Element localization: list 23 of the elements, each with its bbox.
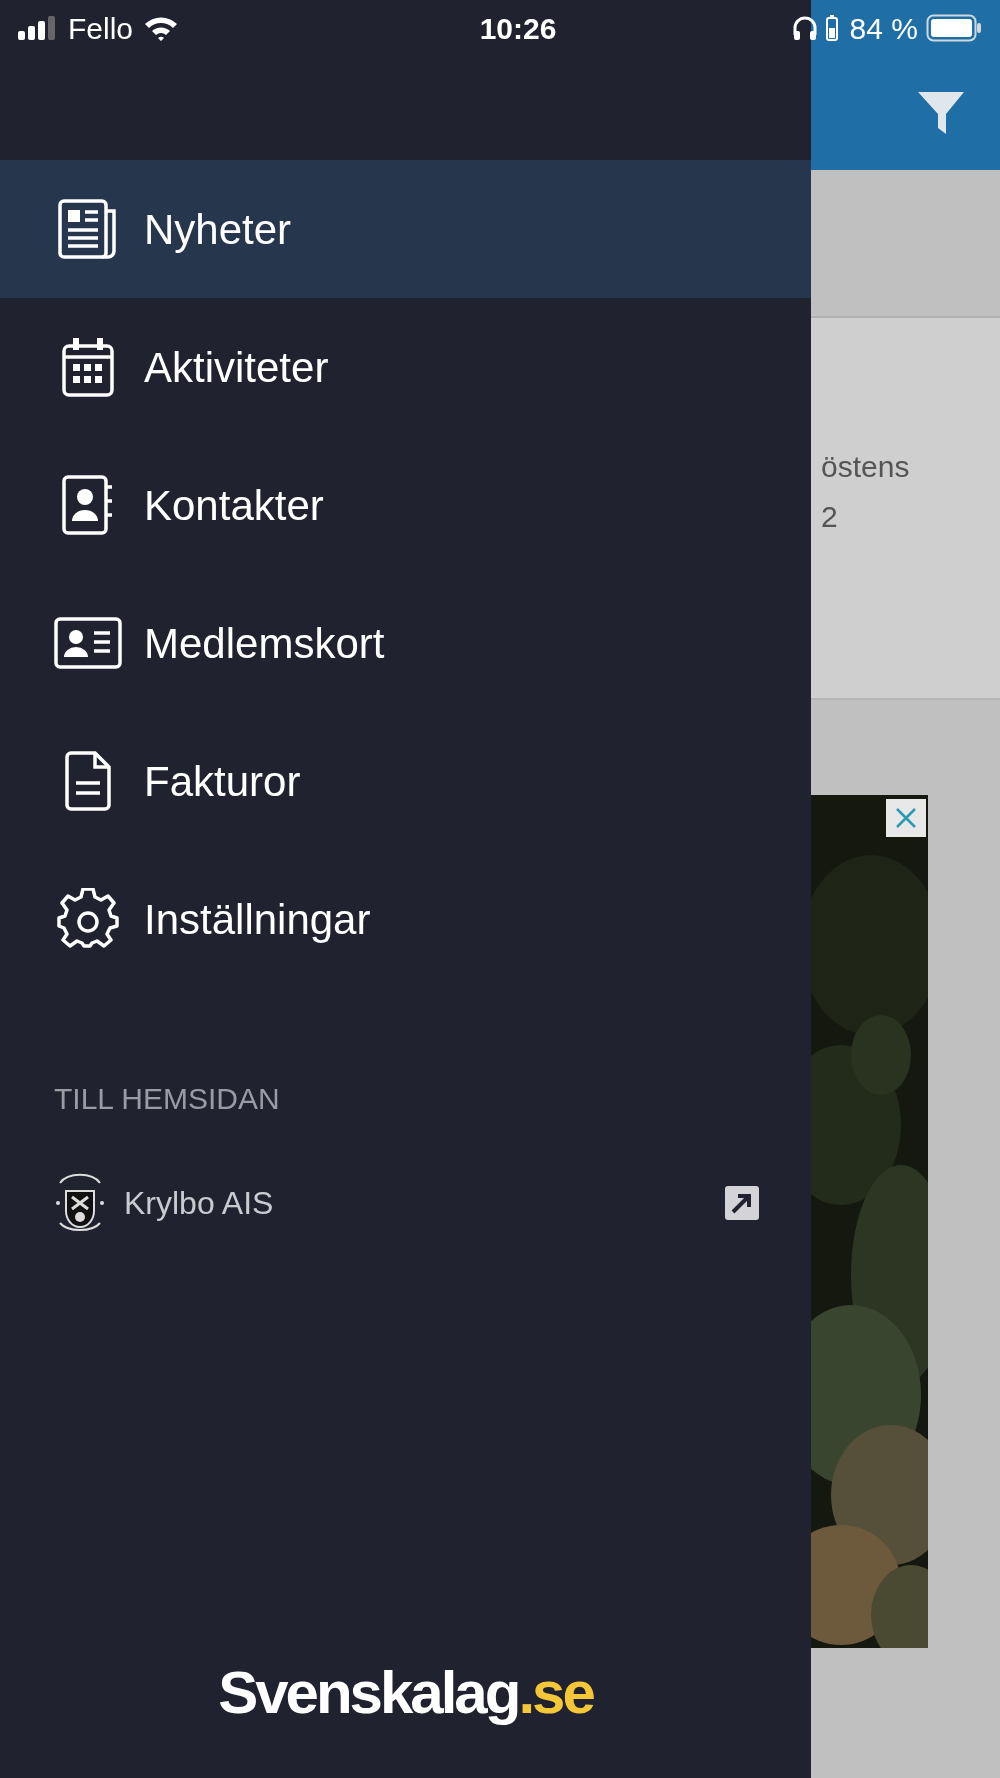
wifi-icon xyxy=(143,15,180,41)
article-text: 2 xyxy=(820,499,839,535)
contact-book-icon xyxy=(62,475,114,535)
headphones-icon xyxy=(791,15,818,41)
signal-icon xyxy=(18,16,58,40)
external-link-icon[interactable] xyxy=(725,1186,759,1220)
clock-time: 10:26 xyxy=(478,10,558,47)
battery-level-icon xyxy=(825,15,838,41)
document-icon xyxy=(65,751,111,811)
menu-item[interactable]: Nyheter xyxy=(0,160,811,298)
section-heading: TILL HEMSIDAN xyxy=(53,1080,281,1117)
newspaper-icon xyxy=(58,199,118,259)
settings-icon xyxy=(57,888,119,950)
close-ad-button[interactable] xyxy=(886,799,926,837)
battery-icon xyxy=(926,14,982,42)
calendar-icon xyxy=(62,337,114,397)
brand-logo: Svenskalag.se xyxy=(218,1658,593,1728)
carrier-name: Fello xyxy=(68,10,134,47)
battery-percentage: 84 % xyxy=(849,10,918,47)
website-link[interactable]: Krylbo AIS xyxy=(124,1179,725,1227)
id-card-icon xyxy=(54,617,122,669)
article-text: östens xyxy=(820,449,911,485)
close-icon xyxy=(894,806,918,830)
